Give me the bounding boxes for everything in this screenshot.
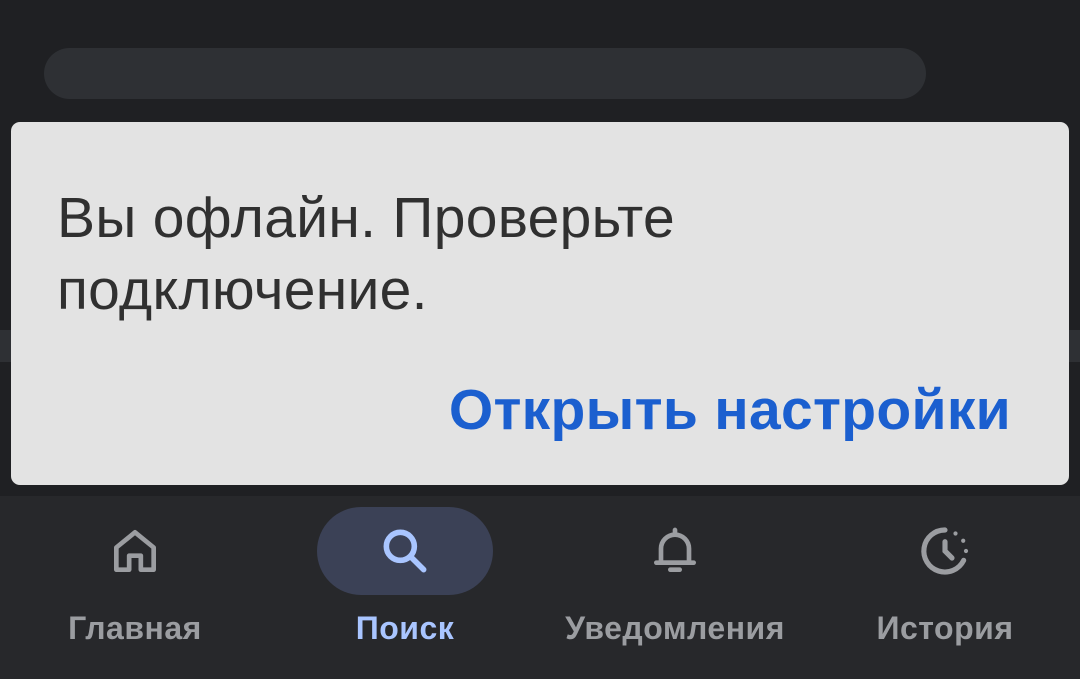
nav-label-notifications: Уведомления [565,610,785,646]
bell-icon [654,527,696,572]
offline-snackbar: Вы офлайн. Проверьте подключение. Открыт… [11,122,1069,485]
snackbar-message-line-2: подключение. [57,258,428,322]
nav-label-home: Главная [68,610,202,646]
nav-item-notifications[interactable]: Уведомления [540,496,810,679]
search-icon [383,529,427,573]
snackbar-message: Вы офлайн. Проверьте подключение. [57,182,817,326]
nav-active-pill [317,507,493,595]
open-settings-button[interactable]: Открыть настройки [449,377,1011,443]
nav-icon-container [587,507,763,595]
history-icon [921,527,969,575]
nav-item-history[interactable]: История [810,496,1080,679]
nav-icon-container [47,507,223,595]
nav-item-home[interactable]: Главная [0,496,270,679]
nav-label-history: История [876,610,1014,646]
nav-icon-container [857,507,1033,595]
nav-label-search: Поиск [355,610,455,646]
home-icon [114,530,157,572]
nav-item-search[interactable]: Поиск [270,496,540,679]
snackbar-message-line-1: Вы офлайн. Проверьте [57,186,675,250]
bottom-navigation: Главная Поиск Уведомления История [0,496,1080,679]
search-bar-placeholder[interactable] [44,48,926,99]
